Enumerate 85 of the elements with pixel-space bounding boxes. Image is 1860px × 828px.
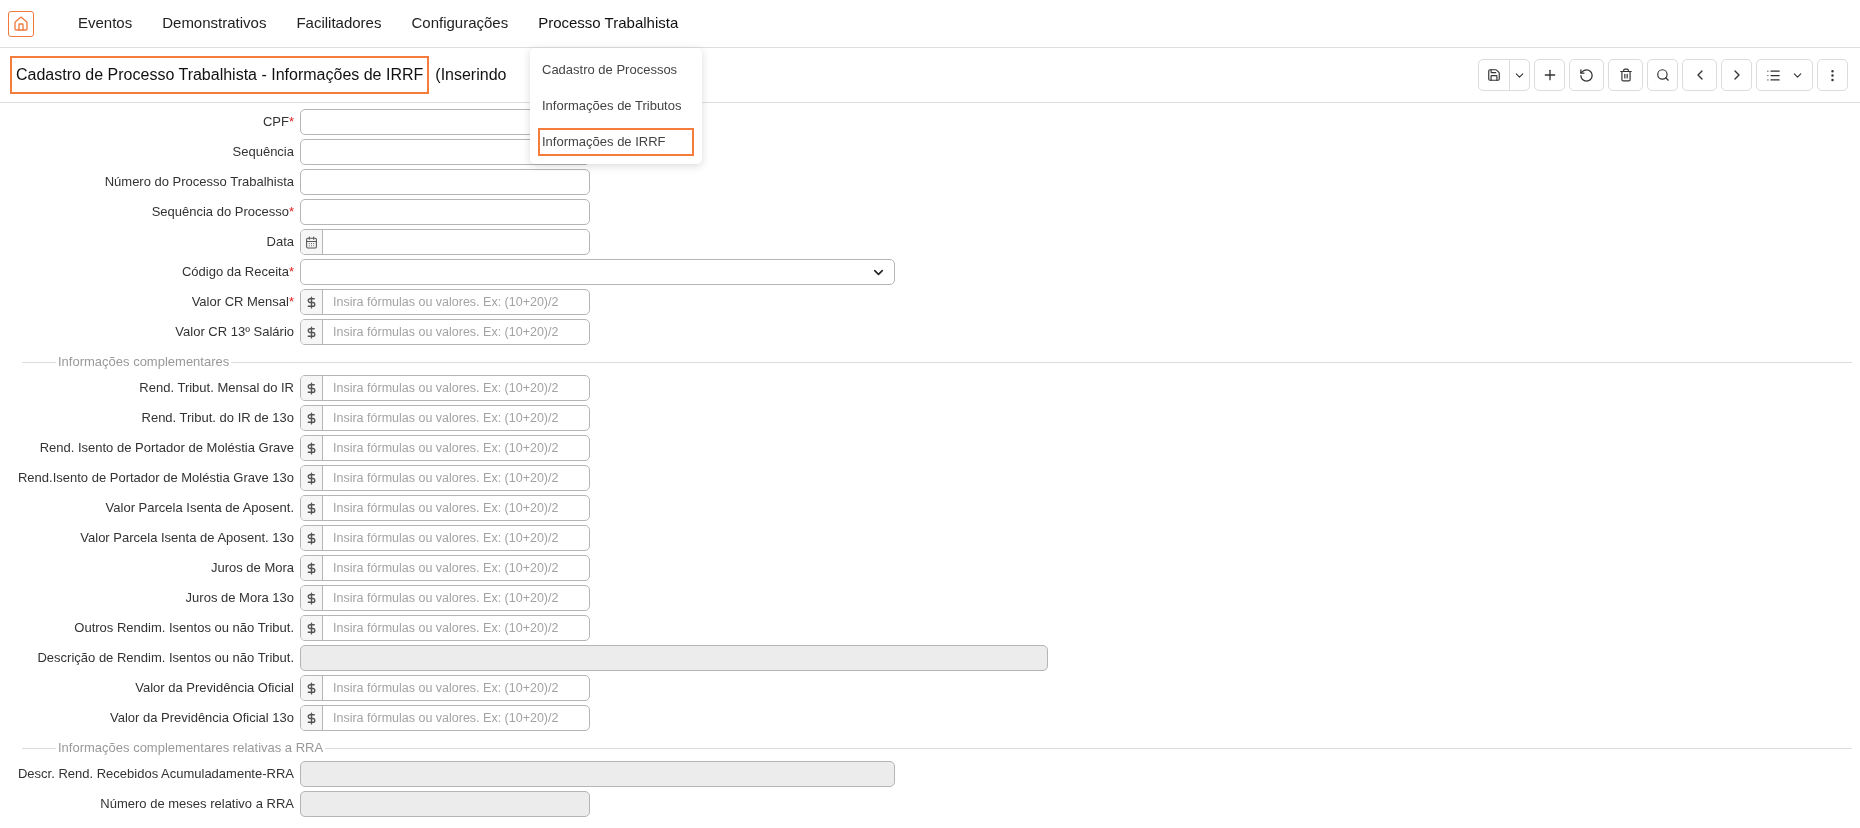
home-button[interactable] bbox=[8, 10, 34, 37]
currency-field[interactable]: Insira fórmulas ou valores. Ex: (10+20)/2 bbox=[300, 289, 590, 315]
dollar-icon bbox=[305, 441, 318, 455]
field-label: CPF bbox=[262, 113, 289, 132]
field-label: Valor Parcela Isenta de Aposent. bbox=[105, 499, 294, 518]
currency-field[interactable]: Insira fórmulas ou valores. Ex: (10+20)/2 bbox=[300, 675, 590, 701]
date-field[interactable] bbox=[300, 229, 590, 255]
field-label: Sequência bbox=[232, 143, 294, 162]
field-label: Data bbox=[266, 233, 294, 252]
field-label: Valor CR Mensal bbox=[191, 293, 289, 312]
search-button[interactable] bbox=[1647, 59, 1678, 91]
field-label: Número de meses relativo a RRA bbox=[100, 795, 294, 814]
field-label: Valor CR 13º Salário bbox=[175, 323, 294, 342]
text-field[interactable] bbox=[300, 199, 590, 225]
nav-menu-item[interactable]: Demonstrativos bbox=[162, 12, 267, 35]
add-button[interactable] bbox=[1534, 59, 1565, 91]
search-icon bbox=[1655, 68, 1670, 82]
page-title: Cadastro de Processo Trabalhista - Informações de IRRF bbox=[10, 56, 430, 94]
save-icon bbox=[1487, 68, 1501, 82]
field-label: Juros de Mora bbox=[210, 559, 294, 578]
currency-field[interactable]: Insira fórmulas ou valores. Ex: (10+20)/2 bbox=[300, 495, 590, 521]
field-label: Rend.Isento de Portador de Moléstia Grave 13o bbox=[17, 469, 294, 488]
field-label: Rend. Tribut. Mensal do IR bbox=[139, 379, 294, 398]
nav-menu-item[interactable]: Eventos bbox=[78, 12, 133, 35]
currency-field[interactable]: Insira fórmulas ou valores. Ex: (10+20)/2 bbox=[300, 435, 590, 461]
previous-button[interactable] bbox=[1682, 59, 1717, 91]
dollar-icon bbox=[305, 531, 318, 545]
currency-field[interactable]: Insira fórmulas ou valores. Ex: (10+20)/2 bbox=[300, 705, 590, 731]
trash-icon bbox=[1618, 68, 1633, 82]
list-view-button[interactable] bbox=[1756, 59, 1813, 91]
currency-field[interactable]: Insira fórmulas ou valores. Ex: (10+20)/2 bbox=[300, 555, 590, 581]
dollar-icon bbox=[305, 711, 318, 725]
delete-button[interactable] bbox=[1608, 59, 1643, 91]
section-heading: Informações complementares bbox=[57, 353, 231, 372]
nav-menu-item[interactable]: Facilitadores bbox=[296, 12, 382, 35]
currency-field[interactable]: Insira fórmulas ou valores. Ex: (10+20)/2 bbox=[300, 375, 590, 401]
field-label: Rend. Tribut. do IR de 13o bbox=[141, 409, 294, 428]
currency-field[interactable]: Insira fórmulas ou valores. Ex: (10+20)/2 bbox=[300, 615, 590, 641]
section-heading: Informações complementares relativas a RRA bbox=[57, 739, 325, 758]
required-marker: * bbox=[288, 293, 294, 312]
currency-field[interactable]: Insira fórmulas ou valores. Ex: (10+20)/2 bbox=[300, 319, 590, 345]
list-icon bbox=[1765, 67, 1781, 83]
field-label: Valor da Previdência Oficial 13o bbox=[109, 709, 294, 728]
save-split-button[interactable] bbox=[1478, 59, 1530, 91]
home-icon bbox=[13, 15, 29, 32]
currency-field[interactable]: Insira fórmulas ou valores. Ex: (10+20)/2 bbox=[300, 405, 590, 431]
currency-field[interactable]: Insira fórmulas ou valores. Ex: (10+20)/2 bbox=[300, 465, 590, 491]
field-label: Descrição de Rendim. Isentos ou não Tribut. bbox=[37, 649, 294, 668]
field-label: Descr. Rend. Recebidos Acumuladamente-RRA bbox=[17, 765, 294, 784]
field-label: Valor da Previdência Oficial bbox=[135, 679, 294, 698]
field-label: Número do Processo Trabalhista bbox=[104, 173, 294, 192]
field-label: Outros Rendim. Isentos ou não Tribut. bbox=[74, 619, 294, 638]
dollar-icon bbox=[305, 681, 318, 695]
more-button[interactable] bbox=[1817, 59, 1848, 91]
menu-item[interactable]: Informações de Tributos bbox=[538, 92, 694, 120]
dollar-icon bbox=[305, 501, 318, 515]
menu-item[interactable]: Informações de IRRF bbox=[538, 128, 694, 156]
dollar-icon bbox=[305, 621, 318, 635]
dollar-icon bbox=[305, 471, 318, 485]
field-label: Código da Receita bbox=[181, 263, 289, 282]
required-marker: * bbox=[288, 113, 294, 132]
menu-item[interactable]: Cadastro de Processos bbox=[538, 56, 694, 84]
calendar-icon bbox=[305, 235, 318, 249]
field-label: Sequência do Processo bbox=[151, 203, 289, 222]
dollar-icon bbox=[305, 381, 318, 395]
text-field[interactable] bbox=[300, 169, 590, 195]
field-label: Juros de Mora 13o bbox=[185, 589, 294, 608]
dollar-icon bbox=[305, 411, 318, 425]
field-label: Rend. Isento de Portador de Moléstia Grave bbox=[39, 439, 294, 458]
next-button[interactable] bbox=[1721, 59, 1752, 91]
nav-menu-item[interactable]: Processo Trabalhista bbox=[538, 12, 679, 35]
dollar-icon bbox=[305, 295, 318, 309]
select-field[interactable] bbox=[300, 259, 895, 285]
required-marker: * bbox=[288, 263, 294, 282]
currency-field[interactable]: Insira fórmulas ou valores. Ex: (10+20)/2 bbox=[300, 525, 590, 551]
refresh-icon bbox=[1579, 67, 1594, 83]
dollar-icon bbox=[305, 591, 318, 605]
refresh-button[interactable] bbox=[1569, 59, 1604, 91]
dollar-icon bbox=[305, 325, 318, 339]
required-marker: * bbox=[288, 203, 294, 222]
field-label: Valor Parcela Isenta de Aposent. 13o bbox=[80, 529, 294, 548]
page-status: (Inserindo bbox=[435, 65, 507, 85]
dollar-icon bbox=[305, 561, 318, 575]
nav-menu-item[interactable]: Configurações bbox=[411, 12, 509, 35]
currency-field[interactable]: Insira fórmulas ou valores. Ex: (10+20)/2 bbox=[300, 585, 590, 611]
